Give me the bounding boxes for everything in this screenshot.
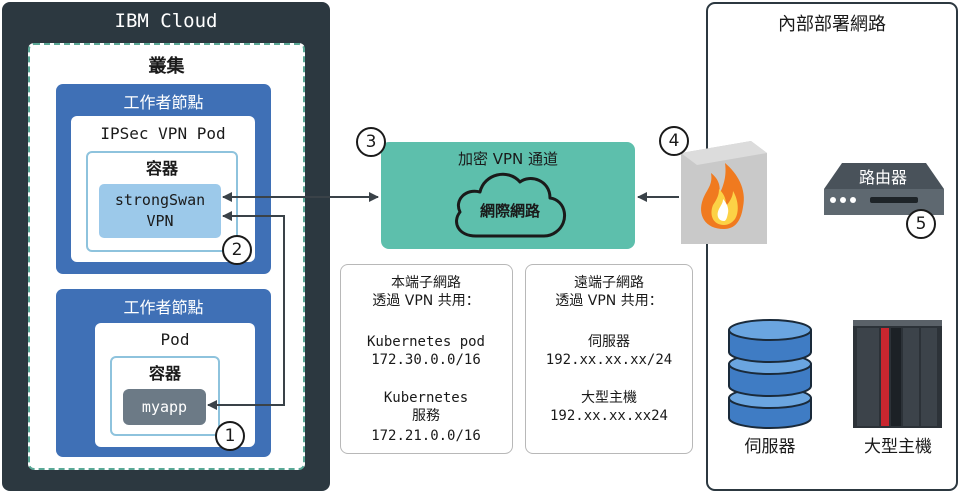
app-container-label: 容器: [148, 364, 181, 383]
server-label: 伺服器: [744, 436, 796, 457]
mainframe-icon: [853, 320, 942, 428]
local-pod-cidr: 172.30.0.0/16: [371, 352, 481, 368]
local-service-label-2: 服務: [412, 408, 440, 424]
myapp-box: myapp: [123, 389, 206, 425]
step-4-marker: 4: [659, 126, 689, 156]
ipsec-vpn-pod-label: IPSec VPN Pod: [100, 123, 226, 143]
strongswan-vpn-box: strongSwan VPN: [99, 184, 221, 238]
remote-subnets-heading-2: 透過 VPN 共用：: [555, 293, 663, 309]
local-subnets-heading-1: 本端子網路: [391, 275, 461, 291]
remote-mainframe-cidr: 192.xx.xx.xx24: [549, 408, 668, 424]
worker-node-label: 工作者節點: [123, 93, 204, 112]
internet-label: 網際網路: [479, 201, 540, 220]
remote-subnets-card: 遠端子網路 透過 VPN 共用： 伺服器 192.xx.xx.xx/24 大型主…: [525, 264, 693, 454]
step-3-marker: 3: [356, 127, 386, 157]
firewall-icon: [681, 141, 767, 244]
cluster-title: 叢集: [148, 56, 185, 77]
worker-node-label: 工作者節點: [123, 298, 204, 317]
local-subnets-card: 本端子網路 透過 VPN 共用： Kubernetes pod 172.30.0…: [340, 264, 513, 454]
local-pod-label: Kubernetes pod: [366, 334, 485, 350]
ibm-cloud-title: IBM Cloud: [114, 10, 218, 32]
step-2-marker: 2: [222, 235, 252, 265]
server-database-icon: [728, 319, 812, 429]
remote-subnets-heading-1: 遠端子網路: [574, 275, 644, 291]
remote-server-label: 伺服器: [588, 334, 630, 350]
step-5-marker: 5: [906, 209, 936, 239]
strongswan-label: strongSwan: [114, 191, 206, 209]
vpn-container-label: 容器: [145, 159, 178, 178]
on-prem-title: 內部部署網路: [778, 14, 886, 35]
local-service-label: Kubernetes: [383, 390, 469, 406]
remote-mainframe-label: 大型主機: [581, 390, 637, 406]
mainframe-label: 大型主機: [864, 436, 932, 457]
step-1-marker: 1: [215, 421, 245, 451]
vpn-label: VPN: [146, 212, 174, 230]
remote-server-cidr: 192.xx.xx.xx/24: [545, 352, 673, 368]
app-pod-label: Pod: [160, 329, 190, 349]
router-label: 路由器: [858, 168, 907, 187]
local-service-cidr: 172.21.0.0/16: [371, 428, 481, 444]
local-subnets-heading-2: 透過 VPN 共用：: [372, 293, 480, 309]
